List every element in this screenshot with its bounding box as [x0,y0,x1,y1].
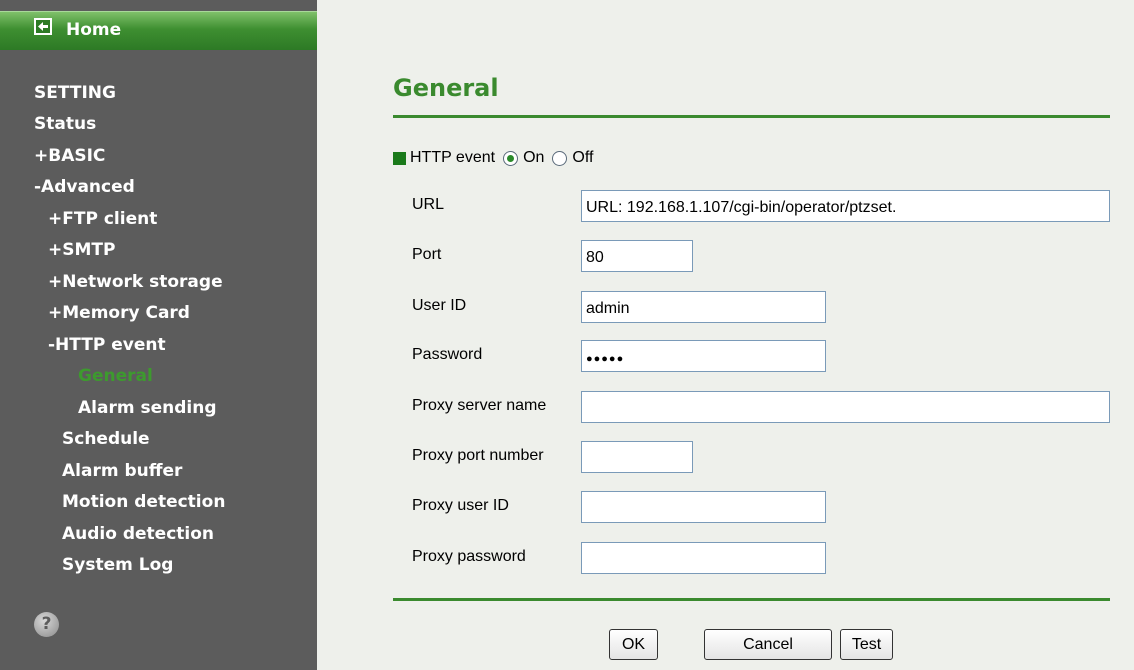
page-title: General [393,74,499,102]
sidebar-item-http-event[interactable]: -HTTP event [48,335,166,355]
sidebar: Home SETTING Status +BASIC -Advanced +FT… [0,0,317,670]
password-label: Password [412,346,483,363]
sidebar-item-general[interactable]: General [78,366,153,386]
url-label: URL [412,196,445,213]
top-divider [393,115,1110,118]
proxy-user-id-label: Proxy user ID [412,497,509,514]
proxy-user-id-field[interactable] [581,491,826,523]
proxy-port-number-label: Proxy port number [412,447,544,464]
user-id-label: User ID [412,297,467,314]
sidebar-item-schedule[interactable]: Schedule [62,429,150,449]
home-label: Home [66,20,122,40]
http-event-label: HTTP event [410,149,496,166]
sidebar-item-alarm-buffer[interactable]: Alarm buffer [62,461,182,481]
test-button[interactable]: Test [840,629,893,660]
proxy-port-number-field[interactable] [581,441,693,473]
sidebar-item-network-storage[interactable]: +Network storage [48,272,223,292]
port-label: Port [412,246,442,263]
sidebar-item-advanced[interactable]: -Advanced [34,177,135,197]
proxy-server-name-label: Proxy server name [412,397,547,414]
bottom-divider [393,598,1110,601]
sidebar-item-motion-detection[interactable]: Motion detection [62,492,225,512]
sidebar-item-smtp[interactable]: +SMTP [48,240,115,260]
http-event-off-label: Off [572,149,594,166]
http-event-off-radio[interactable] [552,150,568,166]
sidebar-item-setting[interactable]: SETTING [34,83,116,103]
ok-button[interactable]: OK [609,629,658,660]
proxy-password-label: Proxy password [412,548,526,565]
sidebar-item-audio-detection[interactable]: Audio detection [62,524,214,544]
sidebar-item-alarm-sending[interactable]: Alarm sending [78,398,217,418]
http-event-row: HTTP event On Off [393,147,593,169]
http-event-on-radio[interactable] [503,150,519,166]
back-arrow-icon [34,18,52,35]
password-field[interactable]: ●●●●● [581,340,826,372]
port-field[interactable]: 80 [581,240,693,272]
sidebar-item-status[interactable]: Status [34,114,96,134]
sidebar-item-system-log[interactable]: System Log [62,555,173,575]
sidebar-item-memory-card[interactable]: +Memory Card [48,303,190,323]
home-link[interactable]: Home [0,11,317,50]
proxy-password-field[interactable] [581,542,826,574]
http-event-on-label: On [523,149,545,166]
cancel-button[interactable]: Cancel [704,629,832,660]
sidebar-item-ftp-client[interactable]: +FTP client [48,209,157,229]
proxy-server-name-field[interactable] [581,391,1110,423]
user-id-field[interactable]: admin [581,291,826,323]
section-marker-icon [393,151,406,165]
url-field[interactable]: URL: 192.168.1.107/cgi-bin/operator/ptzs… [581,190,1110,222]
sidebar-item-basic[interactable]: +BASIC [34,146,105,166]
help-icon[interactable]: ? [34,612,59,637]
